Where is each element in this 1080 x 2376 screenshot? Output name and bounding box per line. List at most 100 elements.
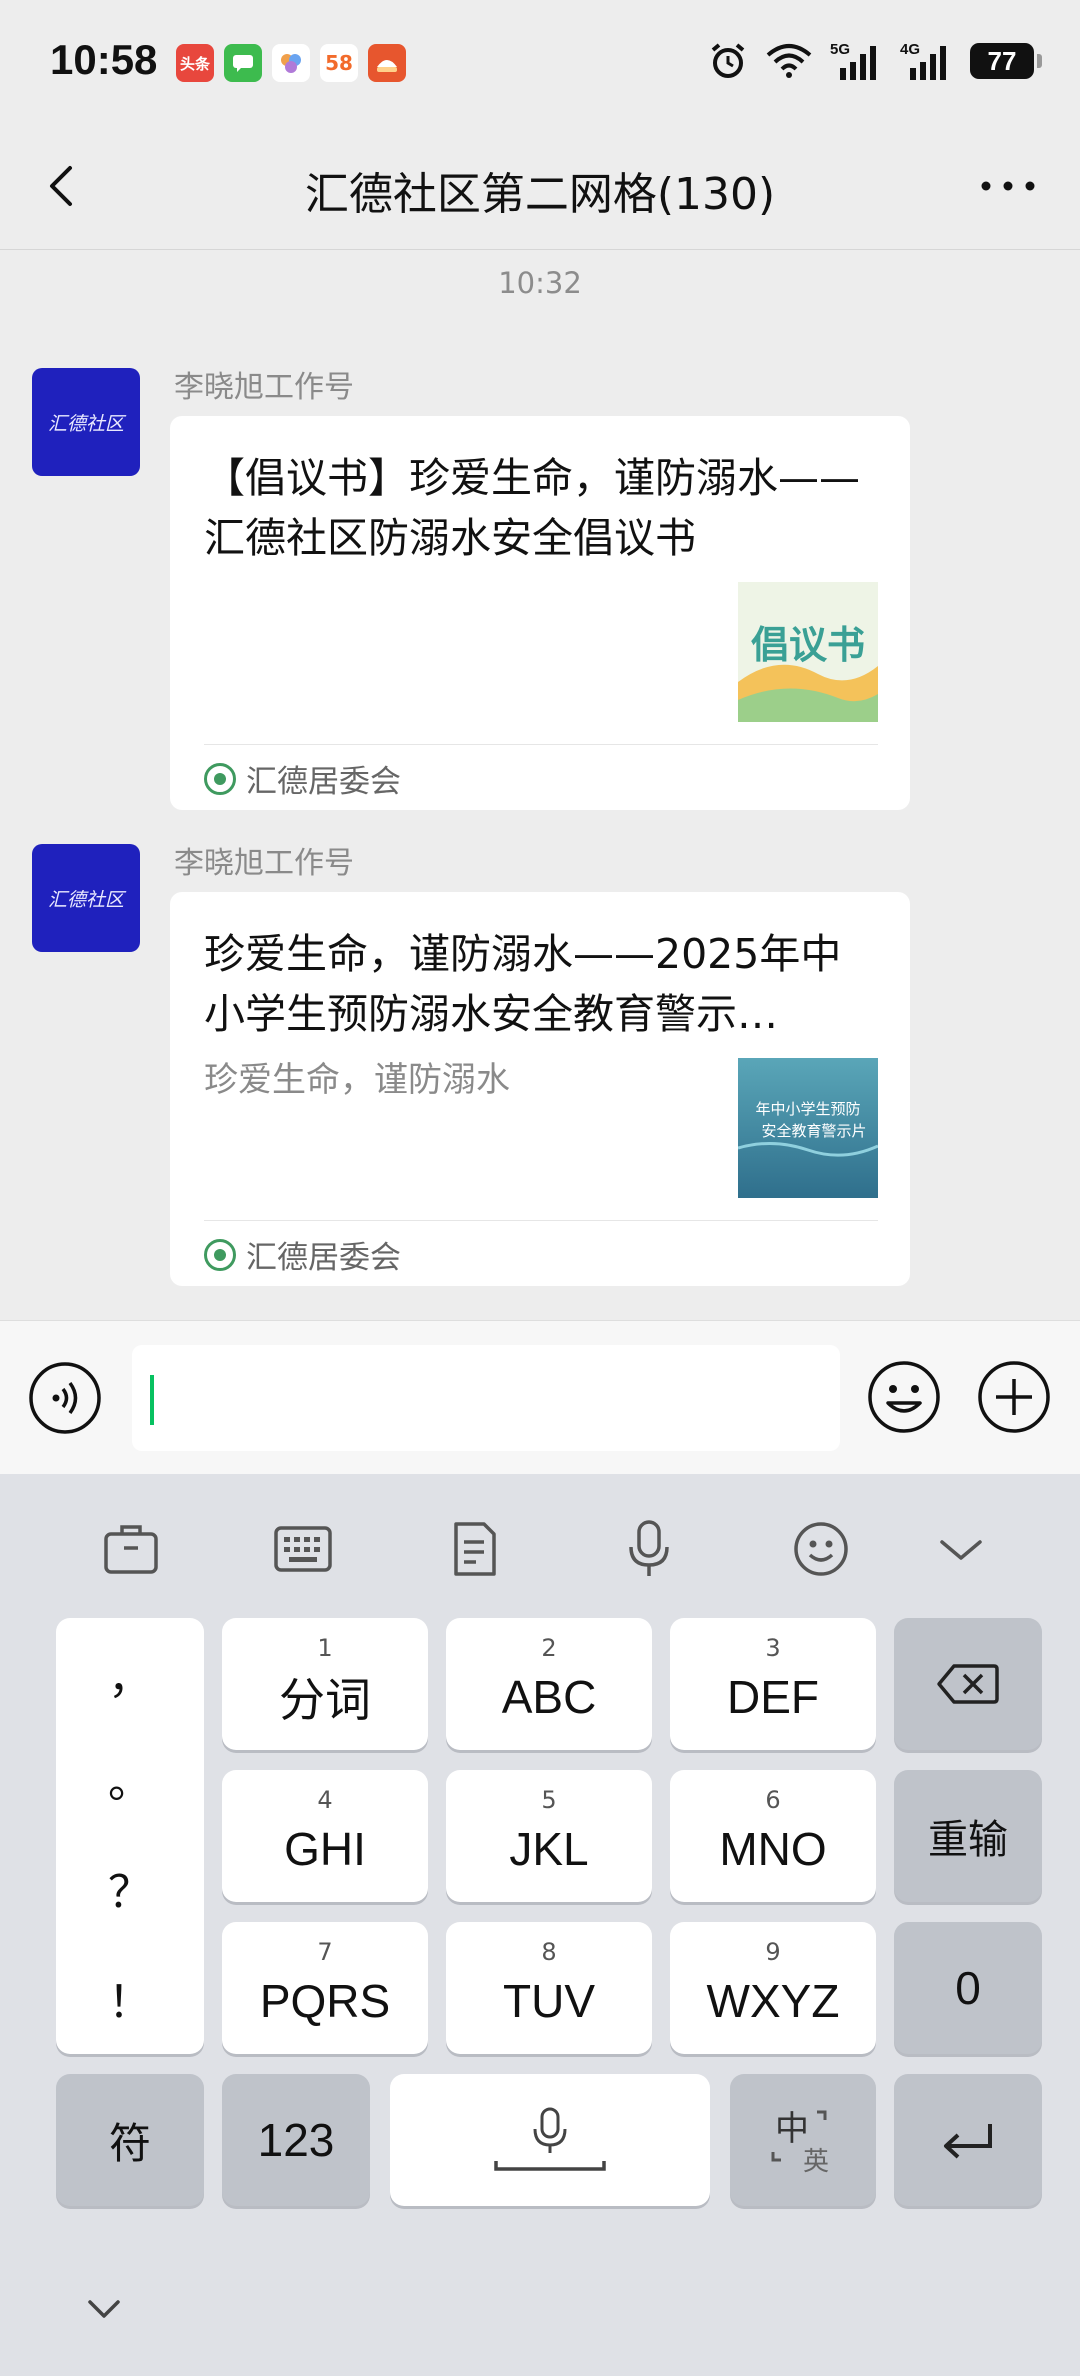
text-caret xyxy=(150,1375,154,1425)
key-8[interactable]: 8 TUV xyxy=(446,1922,652,2054)
key-number: 7 xyxy=(317,1938,333,1966)
key-9[interactable]: 9 WXYZ xyxy=(670,1922,876,2054)
key-number: 2 xyxy=(541,1634,557,1662)
key-0[interactable]: 0 xyxy=(894,1922,1042,2054)
cloud-app-icon xyxy=(272,44,310,82)
key-7[interactable]: 7 PQRS xyxy=(222,1922,428,2054)
key-4[interactable]: 4 GHI xyxy=(222,1770,428,1902)
messages-app-icon xyxy=(224,44,262,82)
key-label: GHI xyxy=(284,1823,366,1875)
chat-header: 汇德社区第二网格(130) xyxy=(0,120,1080,250)
sender-avatar[interactable]: 汇德社区 xyxy=(32,368,140,476)
key-label: DEF xyxy=(727,1671,819,1723)
symbols-key[interactable]: 符 xyxy=(56,2074,204,2206)
reinput-key[interactable]: 重输 xyxy=(894,1770,1042,1902)
key-2[interactable]: 2 ABC xyxy=(446,1618,652,1750)
status-indicators: 5G 4G 77 xyxy=(708,40,1042,82)
lang-sub-label: 英 xyxy=(803,2147,829,2177)
chevron-down-icon xyxy=(940,1540,982,1560)
alarm-icon xyxy=(711,43,745,78)
key-3[interactable]: 3 DEF xyxy=(670,1618,876,1750)
key-number: 4 xyxy=(317,1786,333,1814)
collapse-keyboard-button[interactable] xyxy=(82,2294,126,2324)
article-title: 【倡议书】珍爱生命，谨防溺水——汇德社区防溺水安全倡议书 xyxy=(204,454,860,562)
keyboard-icon xyxy=(274,1526,332,1572)
sender-name: 李晓旭工作号 xyxy=(174,846,354,881)
source-name: 汇德居委会 xyxy=(246,1240,401,1276)
punct-question[interactable]: ？ xyxy=(56,1856,204,1920)
status-bar: 10:58 头条 58 5G 4G 77 xyxy=(0,0,1080,120)
signal-4g-icon: 4G xyxy=(900,41,946,80)
key-label: WXYZ xyxy=(706,1975,840,2027)
more-button[interactable] xyxy=(972,158,1044,214)
article-card[interactable]: 珍爱生命，谨防溺水——2025年中小学生预防溺水安全教育警示… 珍爱生命，谨防溺… xyxy=(170,892,910,1286)
sender-name: 李晓旭工作号 xyxy=(174,370,354,405)
article-title: 珍爱生命，谨防溺水——2025年中小学生预防溺水安全教育警示… xyxy=(204,930,842,1038)
battery-indicator: 77 xyxy=(970,43,1042,79)
sender-avatar[interactable]: 汇德社区 xyxy=(32,844,140,952)
punct-exclamation[interactable]: ！ xyxy=(56,1966,204,2030)
enter-key[interactable] xyxy=(894,2074,1042,2206)
chat-timestamp: 10:32 xyxy=(498,266,582,300)
article-card[interactable]: 【倡议书】珍爱生命，谨防溺水——汇德社区防溺水安全倡议书 倡议书 汇德居委会 xyxy=(170,416,910,810)
backspace-key[interactable] xyxy=(894,1618,1042,1750)
keyboard-emoji-button[interactable] xyxy=(786,1516,856,1582)
message-input[interactable] xyxy=(132,1345,840,1451)
key-label: 分词 xyxy=(279,1673,371,1727)
article-thumbnail: 年中小学生预防 安全教育警示片 xyxy=(738,1058,878,1198)
key-label: 0 xyxy=(955,1962,981,2014)
58-app-icon: 58 xyxy=(320,44,358,82)
punct-comma[interactable]: ， xyxy=(56,1642,204,1706)
key-5[interactable]: 5 JKL xyxy=(446,1770,652,1902)
key-label: JKL xyxy=(509,1823,589,1875)
chat-title: 汇德社区第二网格(130) xyxy=(304,169,776,220)
article-source: 汇德居委会 xyxy=(204,1232,401,1277)
voice-icon xyxy=(29,1362,101,1434)
emoji-button[interactable] xyxy=(866,1359,942,1435)
hide-keyboard-button[interactable] xyxy=(926,1516,996,1582)
punctuation-list[interactable]: ， 。 ？ ！ xyxy=(56,1618,204,2054)
notification-icons: 头条 58 xyxy=(176,44,406,82)
toutiao-app-icon: 头条 xyxy=(176,44,214,82)
toolbox-icon xyxy=(104,1525,158,1574)
keyboard-switch-button[interactable] xyxy=(268,1516,338,1582)
voice-input-button[interactable] xyxy=(28,1361,102,1435)
organization-icon xyxy=(204,762,236,795)
organization-icon xyxy=(204,1238,236,1271)
language-switch-key[interactable]: 中 英 xyxy=(730,2074,876,2206)
microphone-icon xyxy=(629,1520,669,1576)
key-number: 5 xyxy=(541,1786,557,1814)
punct-period[interactable]: 。 xyxy=(56,1746,204,1810)
key-1[interactable]: 1 分词 xyxy=(222,1618,428,1750)
key-number: 3 xyxy=(765,1634,781,1662)
signal-5g-icon: 5G xyxy=(830,41,876,80)
key-number: 1 xyxy=(317,1634,333,1662)
key-number: 6 xyxy=(765,1786,781,1814)
clipboard-button[interactable] xyxy=(440,1516,510,1582)
key-label: 重输 xyxy=(928,1817,1008,1863)
lang-main-label: 中 xyxy=(775,2109,809,2149)
svg-text:年中小学生预防: 年中小学生预防 xyxy=(755,1100,860,1118)
numbers-key[interactable]: 123 xyxy=(222,2074,370,2206)
enter-icon xyxy=(944,2124,992,2159)
space-key[interactable] xyxy=(390,2074,710,2206)
message-input-bar xyxy=(0,1320,1080,1474)
article-description: 珍爱生命，谨防溺水 xyxy=(204,1060,510,1100)
key-number: 8 xyxy=(541,1938,557,1966)
wifi-icon xyxy=(766,44,812,78)
article-source: 汇德居委会 xyxy=(204,756,401,801)
toolbox-button[interactable] xyxy=(96,1516,166,1582)
more-functions-button[interactable] xyxy=(976,1359,1052,1435)
svg-text:安全教育警示片: 安全教育警示片 xyxy=(761,1122,866,1140)
game-app-icon xyxy=(368,44,406,82)
emoji-icon xyxy=(868,1361,940,1433)
status-time: 10:58 xyxy=(50,36,158,83)
article-thumbnail: 倡议书 xyxy=(738,582,878,722)
smiley-icon xyxy=(794,1522,848,1576)
key-6[interactable]: 6 MNO xyxy=(670,1770,876,1902)
key-label: 符 xyxy=(108,2118,151,2168)
voice-typing-button[interactable] xyxy=(614,1516,684,1582)
clipboard-icon xyxy=(454,1522,496,1576)
plus-circle-icon xyxy=(978,1361,1050,1433)
key-label: 123 xyxy=(257,2114,335,2166)
